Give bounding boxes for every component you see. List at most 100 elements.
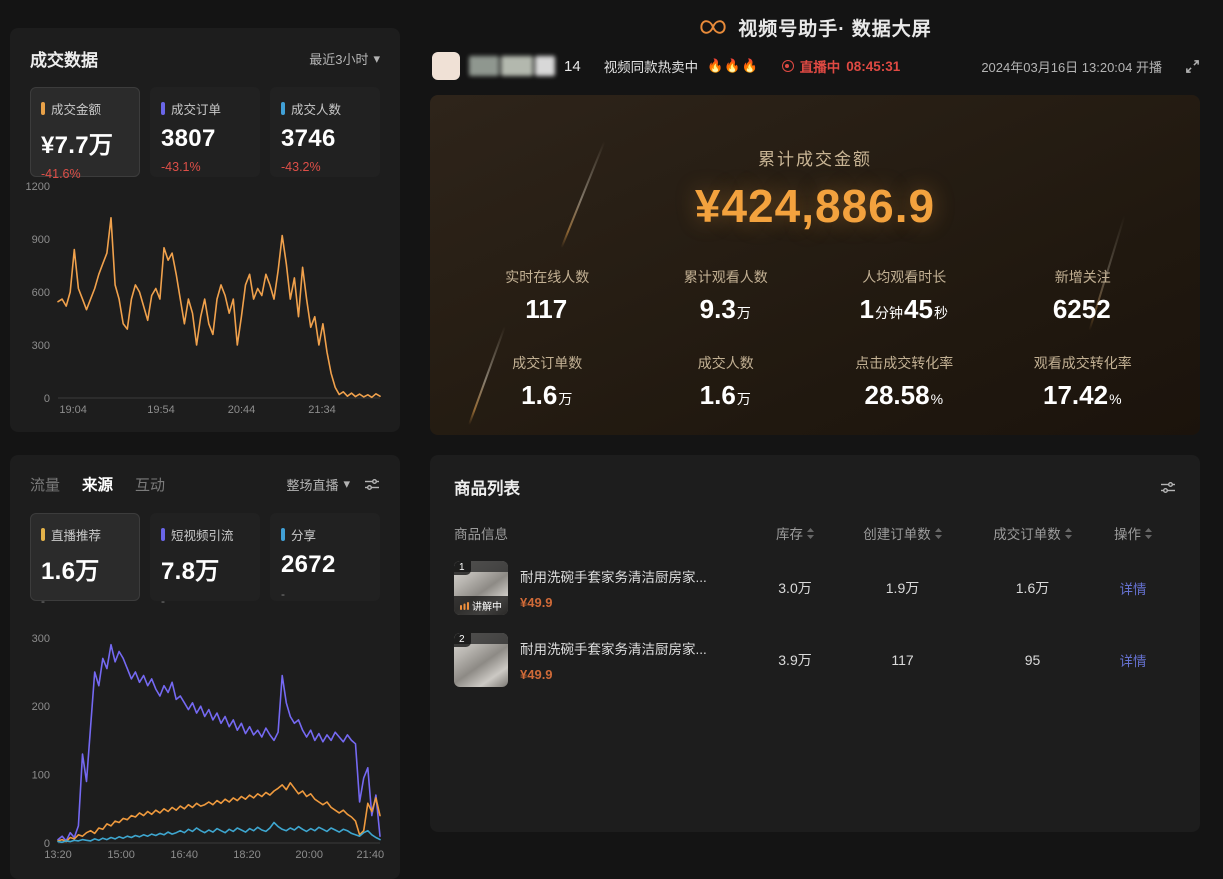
svg-text:0: 0 <box>44 393 50 405</box>
card-deal-buyers[interactable]: 成交人数 3746 -43.2% <box>270 87 380 177</box>
card-label: 直播推荐 <box>51 525 101 544</box>
live-info-bar: 14 视频同款热卖中 🔥🔥🔥 直播中 08:45:31 2024年03月16日 … <box>432 50 1200 82</box>
rank-badge: 2 <box>454 633 471 647</box>
rank-badge: 1 <box>454 561 471 575</box>
accent-bar <box>161 102 165 115</box>
col-created-orders[interactable]: 创建订单数 <box>830 523 975 543</box>
svg-text:20:44: 20:44 <box>228 404 256 416</box>
live-stats-panel: 累计成交金额 ¥424,886.9 实时在线人数 117 累计观看人数 9.3万… <box>430 95 1200 435</box>
fire-icons: 🔥🔥🔥 <box>707 58 759 74</box>
metric-view-conversion: 观看成交转化率 17.42% <box>994 353 1173 411</box>
chevron-down-icon: ▾ <box>343 476 350 492</box>
page-title: 视频号助手· 数据大屏 <box>738 14 932 41</box>
svg-text:900: 900 <box>32 234 50 246</box>
session-range-value: 整场直播 <box>286 475 338 494</box>
anchor-name-blurred <box>469 56 555 76</box>
svg-text:100: 100 <box>32 770 50 782</box>
accent-bar <box>281 528 285 541</box>
card-deal-orders[interactable]: 成交订单 3807 -43.1% <box>150 87 260 177</box>
svg-text:300: 300 <box>32 340 50 352</box>
metric-click-conversion: 点击成交转化率 28.58% <box>815 353 994 411</box>
accent-bar <box>161 528 165 541</box>
card-value: 3807 <box>161 125 249 153</box>
detail-link[interactable]: 详情 <box>1120 578 1147 598</box>
fullscreen-icon[interactable] <box>1185 59 1200 74</box>
svg-text:200: 200 <box>32 701 50 713</box>
product-thumbnail: 2 <box>454 633 508 687</box>
card-value: 3746 <box>281 125 369 153</box>
card-value: 7.8万 <box>161 551 249 586</box>
time-range-dropdown[interactable]: 最近3小时 ▾ <box>309 49 380 68</box>
explaining-badge: 讲解中 <box>454 596 508 615</box>
live-status-badge: 直播中 08:45:31 <box>782 56 901 76</box>
anchor-avatar <box>432 52 460 80</box>
product-table-header: 商品信息 库存 创建订单数 成交订单数 操作 <box>454 523 1176 543</box>
stock-value: 3.0万 <box>760 578 830 598</box>
traffic-source-panel: 流量 来源 互动 整场直播 ▾ 直播推荐 1.6万 - <box>10 455 400 879</box>
sort-icon[interactable] <box>1065 528 1072 539</box>
live-status-label: 直播中 <box>800 56 841 76</box>
svg-text:15:00: 15:00 <box>107 849 135 861</box>
tab-traffic[interactable]: 流量 <box>30 474 60 495</box>
tab-interaction[interactable]: 互动 <box>135 474 165 495</box>
card-value: 1.6万 <box>41 551 129 586</box>
stream-start-time: 2024年03月16日 13:20:04 开播 <box>981 57 1162 76</box>
card-share[interactable]: 分享 2672 - <box>270 513 380 601</box>
detail-link[interactable]: 详情 <box>1120 650 1147 670</box>
card-sub: - <box>41 594 129 608</box>
traffic-trend-chart[interactable]: 010020030013:2015:0016:4018:2020:0021:40 <box>22 621 390 863</box>
metric-deal-buyers: 成交人数 1.6万 <box>637 353 816 411</box>
svg-text:21:40: 21:40 <box>357 849 385 861</box>
chevron-down-icon: ▾ <box>373 51 380 67</box>
svg-text:20:00: 20:00 <box>295 849 323 861</box>
deal-orders-value: 1.6万 <box>975 578 1090 598</box>
total-gmv-label: 累计成交金额 <box>430 145 1200 170</box>
sort-icon[interactable] <box>935 528 942 539</box>
tab-source[interactable]: 来源 <box>82 473 113 495</box>
time-range-value: 最近3小时 <box>309 49 368 68</box>
channels-logo-icon <box>698 16 728 38</box>
hot-sale-text: 视频同款热卖中 <box>604 56 699 76</box>
product-price: ¥49.9 <box>520 667 707 682</box>
card-label: 短视频引流 <box>171 525 234 544</box>
created-orders-value: 117 <box>830 652 975 668</box>
product-list-panel: 商品列表 商品信息 库存 创建订单数 成交订单数 操作 1 <box>430 455 1200 832</box>
col-stock[interactable]: 库存 <box>760 523 830 543</box>
card-value: ¥7.7万 <box>41 125 129 160</box>
card-change: -43.2% <box>281 160 369 174</box>
deal-orders-value: 95 <box>975 652 1090 668</box>
sales-metric-cards: 成交金额 ¥7.7万 -41.6% 成交订单 3807 -43.1% 成交人数 … <box>30 87 380 177</box>
product-price: ¥49.9 <box>520 595 707 610</box>
svg-text:600: 600 <box>32 287 50 299</box>
metric-new-followers: 新增关注 6252 <box>994 267 1173 325</box>
filter-icon[interactable] <box>1160 481 1176 494</box>
card-live-recommend[interactable]: 直播推荐 1.6万 - <box>30 513 140 601</box>
metric-online-users: 实时在线人数 117 <box>458 267 637 325</box>
product-row: 1 讲解中 耐用洗碗手套家务清洁厨房家... ¥49.9 3.0万 1.9万 1… <box>454 561 1176 615</box>
filter-icon[interactable] <box>364 478 380 491</box>
card-label: 成交金额 <box>51 99 101 118</box>
card-short-video[interactable]: 短视频引流 7.8万 - <box>150 513 260 601</box>
svg-text:300: 300 <box>32 633 50 645</box>
sales-data-panel: 成交数据 最近3小时 ▾ 成交金额 ¥7.7万 -41.6% 成交订单 3807… <box>10 28 400 432</box>
product-name: 耐用洗碗手套家务清洁厨房家... <box>520 638 707 658</box>
svg-text:1200: 1200 <box>26 181 50 193</box>
sort-icon[interactable] <box>807 528 814 539</box>
live-duration: 08:45:31 <box>846 59 900 74</box>
sort-icon[interactable] <box>1145 528 1152 539</box>
svg-text:16:40: 16:40 <box>170 849 198 861</box>
card-deal-amount[interactable]: 成交金额 ¥7.7万 -41.6% <box>30 87 140 177</box>
stock-value: 3.9万 <box>760 650 830 670</box>
accent-bar <box>41 528 45 541</box>
session-range-dropdown[interactable]: 整场直播 ▾ <box>286 475 350 494</box>
live-dot-icon <box>782 60 794 72</box>
sales-trend-chart[interactable]: 0300600900120019:0419:5420:4421:34 <box>22 176 390 418</box>
col-deal-orders[interactable]: 成交订单数 <box>975 523 1090 543</box>
accent-bar <box>41 102 45 115</box>
svg-text:19:04: 19:04 <box>59 404 87 416</box>
svg-text:19:54: 19:54 <box>147 404 175 416</box>
card-value: 2672 <box>281 551 369 579</box>
total-gmv-value: ¥424,886.9 <box>430 179 1200 233</box>
product-panel-title: 商品列表 <box>454 475 520 499</box>
created-orders-value: 1.9万 <box>830 578 975 598</box>
